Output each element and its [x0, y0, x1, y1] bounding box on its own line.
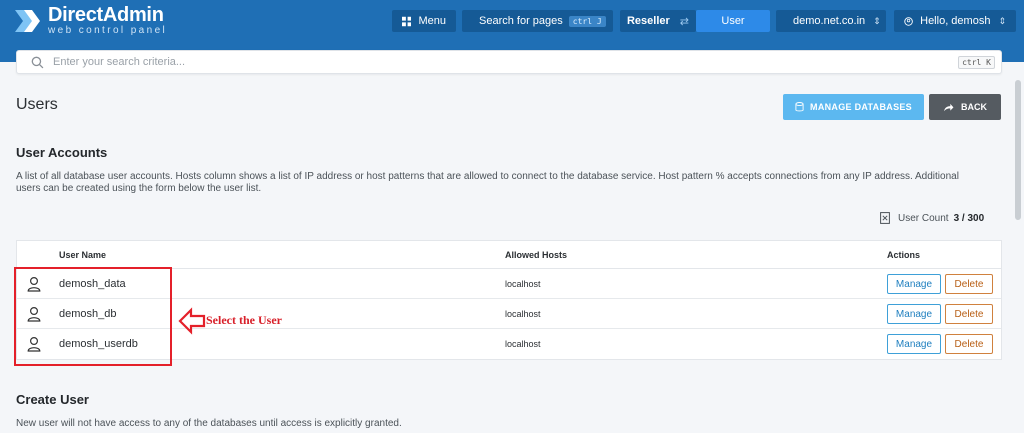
- user-circle-icon: [904, 16, 913, 26]
- manage-databases-button[interactable]: MANAGE DATABASES: [783, 94, 924, 120]
- create-user-description: New user will not have access to any of …: [16, 418, 402, 429]
- search-input[interactable]: [53, 54, 933, 70]
- brand-title: DirectAdmin: [48, 4, 164, 26]
- user-count-value: 3 / 300: [953, 212, 985, 224]
- user-label: User: [721, 15, 745, 27]
- table-header: User Name Allowed Hosts Actions: [17, 241, 1001, 269]
- reseller-mode-button[interactable]: Reseller ⇄: [620, 10, 696, 32]
- annotation-highlight-box: [14, 267, 172, 366]
- user-mode-button[interactable]: User: [696, 10, 770, 32]
- database-icon: [795, 102, 804, 112]
- menu-label: Menu: [418, 15, 446, 27]
- annotation-label: Select the User: [206, 313, 282, 327]
- user-profile-menu[interactable]: Hello, demosh ⇕: [894, 10, 1016, 32]
- share-arrow-icon: [944, 103, 954, 111]
- greeting-label: Hello, demosh: [920, 15, 991, 27]
- domain-label: demo.net.co.in: [793, 15, 866, 27]
- brand-logo[interactable]: DirectAdmin web control panel: [12, 5, 167, 36]
- allowed-hosts-cell: localhost: [505, 309, 541, 319]
- user-accounts-title: User Accounts: [16, 145, 108, 160]
- search-pages-shortcut: ctrl J: [568, 15, 606, 27]
- manage-databases-label: MANAGE DATABASES: [810, 102, 912, 112]
- page-title: Users: [16, 96, 58, 113]
- back-button[interactable]: BACK: [929, 94, 1001, 120]
- chevron-updown-icon: ⇕: [998, 15, 1006, 26]
- search-pages-button[interactable]: Search for pages ctrl J: [462, 10, 613, 32]
- search-shortcut: ctrl K: [958, 56, 995, 69]
- create-user-title: Create User: [16, 392, 89, 407]
- column-header-allowed-hosts[interactable]: Allowed Hosts: [505, 250, 567, 260]
- manage-button[interactable]: Manage: [887, 304, 941, 324]
- clipboard-x-icon: [880, 212, 890, 224]
- delete-button[interactable]: Delete: [945, 274, 993, 294]
- reseller-label: Reseller: [626, 15, 670, 27]
- back-label: BACK: [961, 102, 987, 112]
- chevron-updown-icon: ⇕: [873, 15, 881, 26]
- annotation-arrow-left-icon: [178, 307, 206, 335]
- switch-icon: ⇄: [679, 15, 690, 28]
- column-header-user-name[interactable]: User Name: [59, 250, 106, 260]
- brand-subtitle: web control panel: [48, 25, 168, 36]
- manage-button[interactable]: Manage: [887, 334, 941, 354]
- search-pages-label: Search for pages: [479, 15, 563, 27]
- manage-button[interactable]: Manage: [887, 274, 941, 294]
- user-count-label: User Count: [898, 212, 949, 224]
- domain-selector[interactable]: demo.net.co.in ⇕: [776, 10, 886, 32]
- column-header-actions: Actions: [887, 250, 921, 260]
- delete-button[interactable]: Delete: [945, 304, 993, 324]
- global-search: ctrl K: [16, 50, 1002, 74]
- search-icon: [31, 56, 44, 69]
- allowed-hosts-cell: localhost: [505, 339, 541, 349]
- grid-icon: [402, 16, 412, 26]
- user-count: User Count 3 / 300: [880, 212, 984, 224]
- directadmin-logo-icon: [15, 9, 40, 32]
- page-scrollbar[interactable]: [1015, 80, 1021, 220]
- delete-button[interactable]: Delete: [945, 334, 993, 354]
- allowed-hosts-cell: localhost: [505, 279, 541, 289]
- menu-button[interactable]: Menu: [392, 10, 456, 32]
- user-accounts-description: A list of all database user accounts. Ho…: [16, 171, 959, 194]
